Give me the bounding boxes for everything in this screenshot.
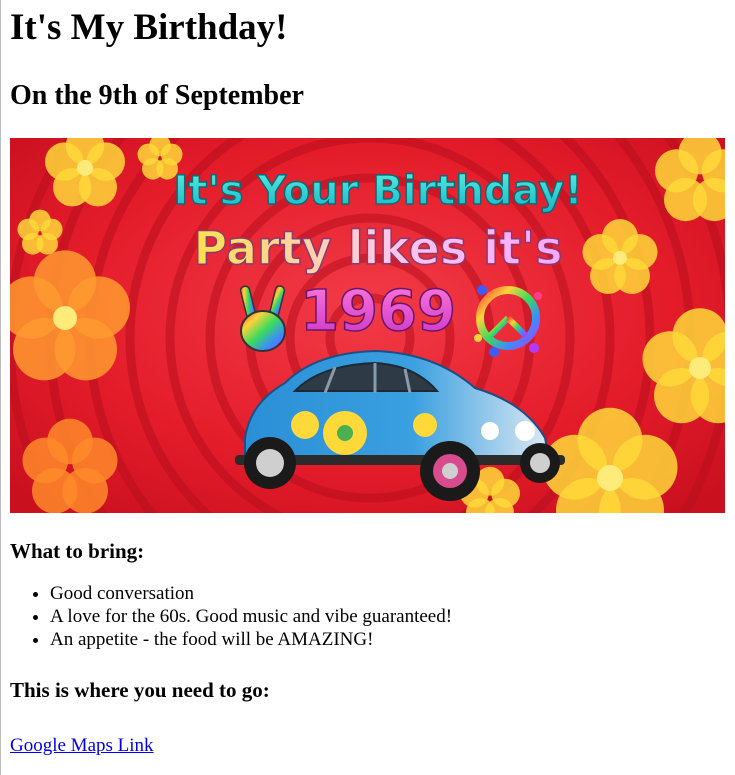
- banner-line-1: It's Your Birthday!: [173, 168, 582, 214]
- banner-line-2: Party likes it's: [194, 221, 563, 275]
- page-subtitle: On the 9th of September: [10, 80, 304, 111]
- directions-heading: This is where you need to go:: [10, 678, 270, 702]
- list-item: Good conversation: [50, 582, 735, 605]
- list-item: A love for the 60s. Good music and vibe …: [50, 605, 735, 628]
- what-to-bring-heading: What to bring:: [10, 539, 145, 563]
- page-title: It's My Birthday!: [10, 7, 288, 48]
- bring-list: Good conversation A love for the 60s. Go…: [10, 582, 735, 651]
- birthday-banner-image: It's Your Birthday! Party likes it's 196…: [10, 138, 725, 513]
- google-maps-link[interactable]: Google Maps Link: [10, 735, 154, 757]
- list-item: An appetite - the food will be AMAZING!: [50, 628, 735, 651]
- page: It's My Birthday! On the 9th of Septembe…: [1, 0, 735, 757]
- banner-line-3: 1969: [300, 279, 456, 344]
